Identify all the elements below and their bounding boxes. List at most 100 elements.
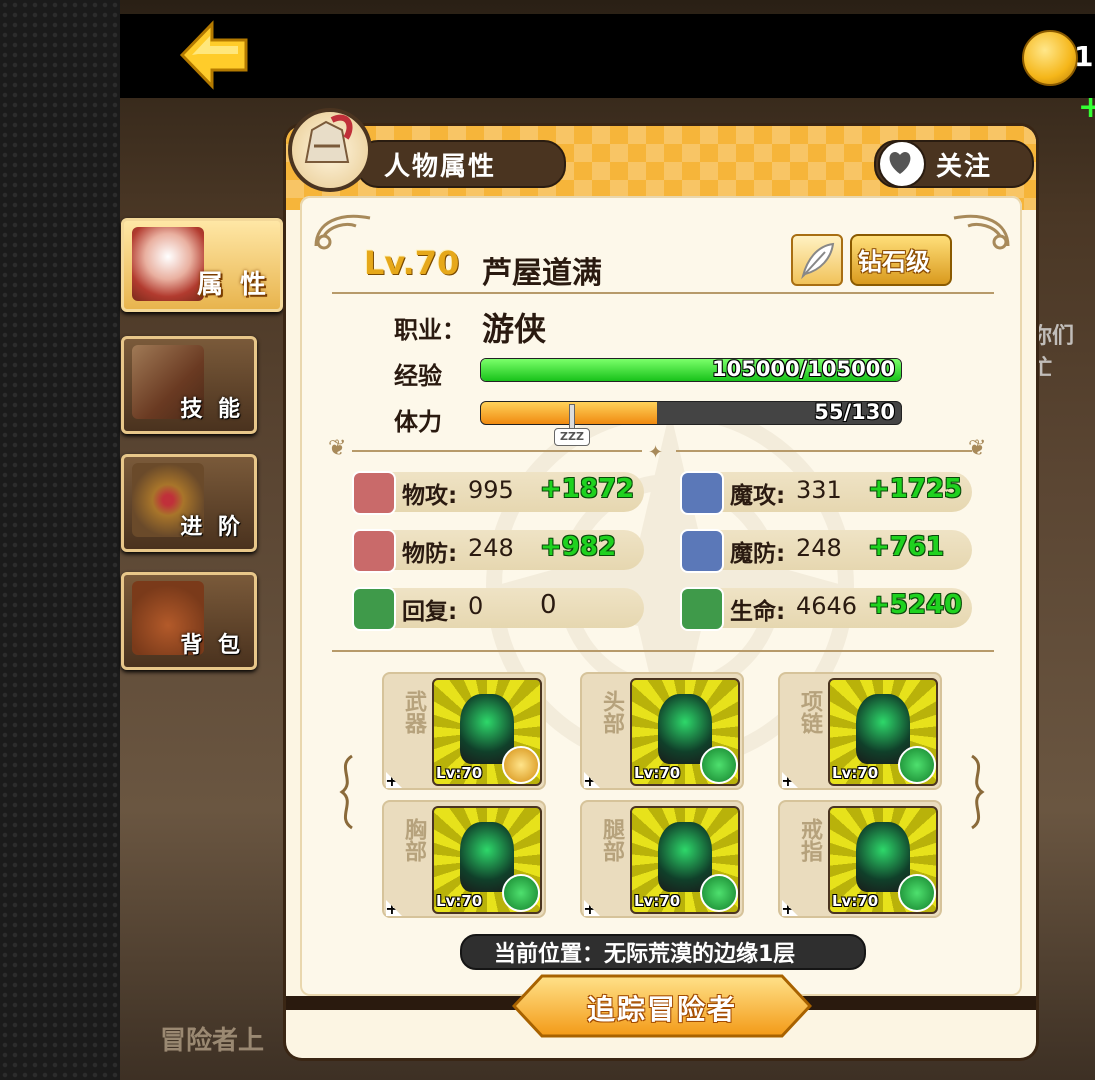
target-badge-icon [502, 874, 540, 912]
job-value: 游侠 [482, 310, 547, 348]
scroll-ornament-icon [971, 754, 985, 830]
tab-advance[interactable]: 进 阶 [121, 454, 257, 552]
magic-shield-icon [680, 529, 724, 573]
stat-value: 0 [468, 592, 484, 620]
stat-row: 回复: 0 0 [352, 587, 644, 631]
scene-text-bottom: 冒险者上 [160, 1026, 265, 1056]
equipment-slot[interactable]: 头部 + Lv:70 [580, 672, 744, 790]
character-name: 芦屋道满 [482, 256, 602, 291]
exp-text: 105000/105000 [711, 358, 895, 381]
add-icon[interactable]: + [584, 772, 600, 788]
ornament-icon: ❦ [328, 436, 347, 461]
stat-label: 生命: [730, 599, 786, 625]
add-icon[interactable]: + [782, 900, 798, 916]
stat-row: 魔防: 248 +761 [680, 529, 972, 573]
add-icon[interactable]: + [386, 772, 402, 788]
divider [332, 650, 994, 652]
add-icon[interactable]: + [584, 900, 600, 916]
tab-label: 背 包 [180, 633, 244, 658]
tab-attributes[interactable]: 属 性 [121, 218, 283, 312]
slot-label: 胸部 [401, 818, 426, 862]
avatar [288, 108, 372, 192]
slot-label: 头部 [599, 690, 624, 734]
equipment-slot[interactable]: 胸部 + Lv:70 [382, 800, 546, 918]
stat-label: 物防: [402, 541, 458, 567]
stat-label: 回复: [402, 599, 458, 625]
heart-icon [878, 140, 926, 188]
stat-bonus: +761 [868, 532, 945, 562]
stat-value: 248 [468, 534, 514, 562]
scroll-ornament-icon [339, 754, 353, 830]
coin-count: 1 [1074, 40, 1094, 73]
add-icon[interactable]: + [782, 772, 798, 788]
equipment-slot[interactable]: 武器 + Lv:70 [382, 672, 546, 790]
stat-bonus: +5240 [868, 590, 963, 620]
stat-row: 魔攻: 331 +1725 [680, 471, 972, 515]
panel-title: 人物属性 [384, 152, 497, 182]
knight-helmet-icon [304, 114, 353, 163]
tab-skills[interactable]: 技 能 [121, 336, 257, 434]
stat-bonus: +1725 [868, 474, 963, 504]
item-level: Lv:70 [634, 892, 681, 910]
add-icon[interactable]: + [386, 900, 402, 916]
tab-label: 技 能 [180, 397, 244, 422]
coin-icon [1022, 30, 1078, 86]
tab-backpack[interactable]: 背 包 [121, 572, 257, 670]
divider [352, 450, 642, 452]
stat-row: 生命: 4646 +5240 [680, 587, 972, 631]
target-badge-icon [898, 874, 936, 912]
equipment-slot[interactable]: 项链 + Lv:70 [778, 672, 942, 790]
stat-value: 248 [796, 534, 842, 562]
slot-label: 武器 [401, 690, 426, 734]
heart-icon [680, 587, 724, 631]
stat-label: 魔攻: [730, 483, 786, 509]
stat-value: 4646 [796, 592, 858, 620]
stat-bonus: +1872 [540, 474, 635, 504]
add-currency-button[interactable]: + [1078, 90, 1095, 125]
sword-icon [352, 471, 396, 515]
ornament-icon: ✦ [648, 442, 664, 463]
tab-label: 进 阶 [180, 515, 244, 540]
target-badge-icon [700, 874, 738, 912]
track-adventurer-button[interactable]: 追踪冒险者 [512, 988, 812, 1028]
plus-cross-icon [352, 587, 396, 631]
stat-row: 物攻: 995 +1872 [352, 471, 644, 515]
back-arrow-icon[interactable] [178, 20, 250, 90]
stat-label: 魔防: [730, 541, 786, 567]
background-texture [0, 0, 120, 1080]
knight-helmet-icon [132, 227, 204, 301]
feather-icon[interactable] [791, 234, 843, 286]
item-level: Lv:70 [634, 764, 681, 782]
stat-bonus: +982 [540, 532, 617, 562]
divider [332, 292, 994, 294]
character-level: Lv.70 [364, 244, 460, 282]
slot-label: 项链 [797, 690, 822, 734]
item-level: Lv:70 [436, 764, 483, 782]
item-level: Lv:70 [832, 892, 879, 910]
stat-row: 物防: 248 +982 [352, 529, 644, 573]
stat-bonus: 0 [540, 590, 557, 620]
stat-value: 331 [796, 476, 842, 504]
corner-ornament-icon [953, 214, 1010, 250]
slot-label: 戒指 [797, 818, 822, 862]
job-label: 职业： [394, 316, 466, 344]
rank-label: 钻石级 [858, 248, 930, 276]
shield-icon [352, 529, 396, 573]
slot-label: 腿部 [599, 818, 624, 862]
item-level: Lv:70 [436, 892, 483, 910]
follow-label[interactable]: 关注 [936, 146, 992, 183]
sleep-tag: ZZZ [554, 428, 590, 446]
stamina-label: 体力 [394, 408, 442, 436]
equipment-slot[interactable]: 腿部 + Lv:70 [580, 800, 744, 918]
tab-label: 属 性 [196, 270, 270, 300]
hexagram-icon [680, 471, 724, 515]
target-badge-icon [700, 746, 738, 784]
equipment-slot[interactable]: 戒指 + Lv:70 [778, 800, 942, 918]
scene-text: 你们忙 [1030, 324, 1075, 381]
stamina-text: 55/130 [814, 401, 895, 424]
item-level: Lv:70 [832, 764, 879, 782]
location-text: 当前位置：无际荒漠的边缘1层 [494, 942, 796, 967]
ornament-icon: ❦ [968, 436, 987, 461]
exp-bar: 105000/105000 [480, 358, 902, 382]
star-badge-icon [502, 746, 540, 784]
